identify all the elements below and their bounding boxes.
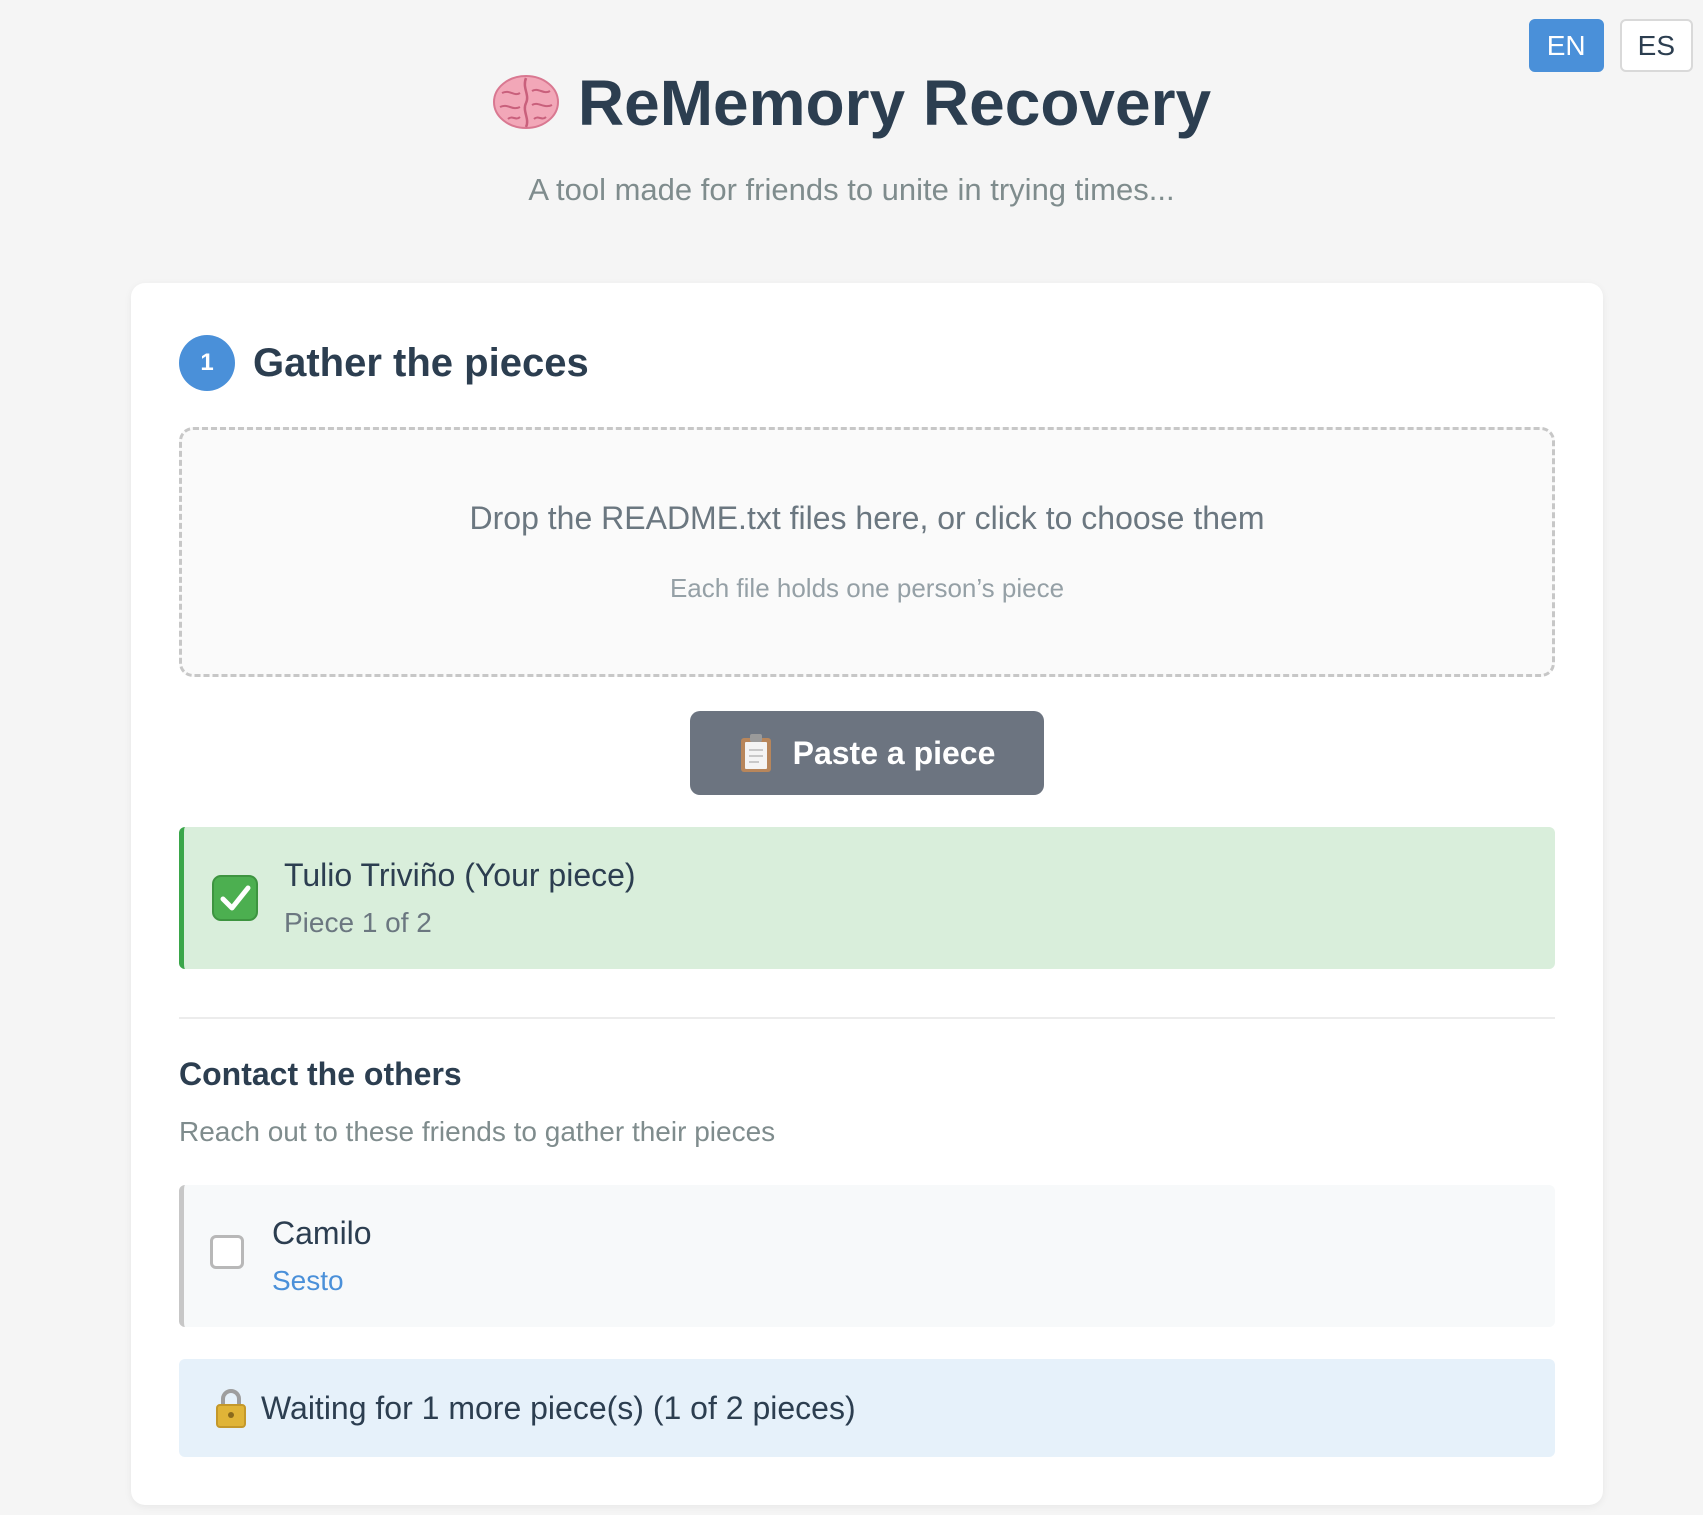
paste-piece-button[interactable]: Paste a piece: [690, 711, 1044, 795]
contacts-title: Contact the others: [179, 1056, 462, 1092]
step-number-badge: 1: [179, 335, 235, 391]
status-text: Waiting for 1 more piece(s) (1 of 2 piec…: [261, 1389, 856, 1426]
contact-name: Camilo: [272, 1215, 372, 1251]
step-header: 1 Gather the pieces: [179, 335, 589, 391]
contact-checkbox[interactable]: [210, 1235, 244, 1269]
check-icon: [212, 875, 258, 921]
page-subtitle: A tool made for friends to unite in tryi…: [528, 172, 1175, 207]
contact-link[interactable]: Sesto: [272, 1265, 344, 1297]
file-dropzone[interactable]: Drop the README.txt files here, or click…: [179, 427, 1555, 677]
brain-icon: [492, 75, 559, 129]
page-title: ReMemory Recovery: [0, 60, 1703, 146]
paste-piece-label: Paste a piece: [792, 734, 996, 771]
clipboard-icon: [740, 734, 771, 772]
section-divider: [179, 1017, 1555, 1019]
contacts-description: Reach out to these friends to gather the…: [179, 1116, 776, 1147]
page-title-text: ReMemory Recovery: [577, 67, 1212, 139]
piece-item: Tulio Triviño (Your piece) Piece 1 of 2: [179, 827, 1555, 969]
piece-owner-name: Tulio Triviño (Your piece): [284, 857, 636, 893]
step-title: Gather the pieces: [253, 340, 589, 385]
lock-icon: [216, 1389, 246, 1428]
status-message: Waiting for 1 more piece(s) (1 of 2 piec…: [179, 1359, 1555, 1457]
piece-count-label: Piece 1 of 2: [284, 907, 432, 938]
recovery-card: 1 Gather the pieces Drop the README.txt …: [131, 283, 1603, 1505]
contact-item: Camilo Sesto: [179, 1185, 1555, 1327]
dropzone-sub-text: Each file holds one person’s piece: [669, 573, 1065, 603]
dropzone-main-text: Drop the README.txt files here, or click…: [469, 500, 1265, 536]
